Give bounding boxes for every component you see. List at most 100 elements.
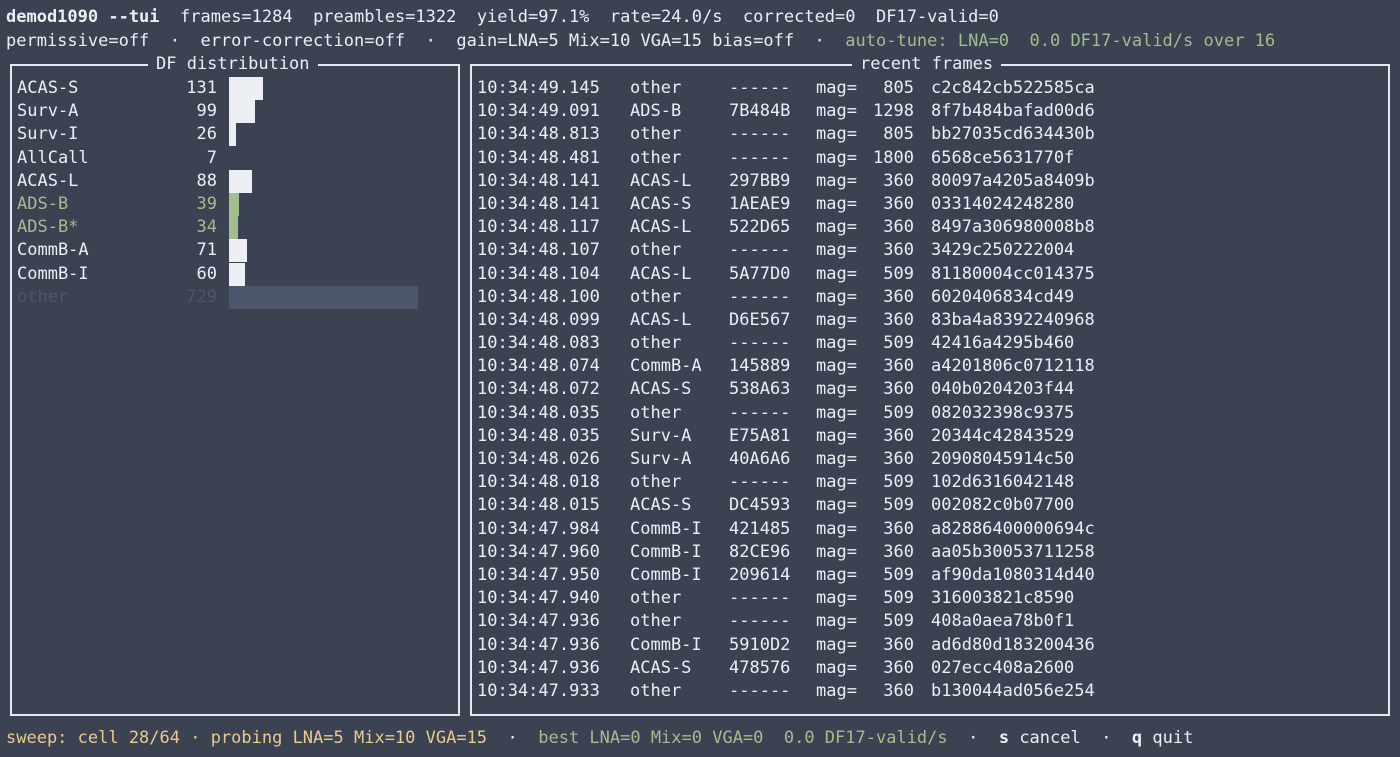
frame-icao: ------ <box>729 472 791 493</box>
frame-mag-label: mag= <box>816 402 857 423</box>
df-label: AllCall <box>17 147 89 168</box>
frame-mag-label: mag= <box>816 147 857 168</box>
frame-row: 10:34:48.083 other ------ mag= 509 42416a4295… <box>477 332 1384 355</box>
frame-mag-label: mag= <box>816 217 857 238</box>
df-count: 26 <box>196 124 217 145</box>
frame-time: 10:34:48.813 <box>477 124 600 145</box>
frame-mag-label: mag= <box>816 309 857 330</box>
df-list: ACAS-S 131 Surv-A 99 Surv-I 26 AllCall 7 ACAS-L 8… <box>17 77 454 309</box>
frame-hex: 8f7b484bafad00d6 <box>931 101 1095 122</box>
frame-time: 10:34:47.950 <box>477 564 600 585</box>
frame-time: 10:34:48.083 <box>477 333 600 354</box>
separator: · <box>1080 728 1132 748</box>
frame-type: CommB-A <box>630 356 702 377</box>
frame-mag-label: mag= <box>816 425 857 446</box>
frame-time: 10:34:49.091 <box>477 101 600 122</box>
frame-type: CommB-I <box>630 564 702 585</box>
frame-time: 10:34:48.074 <box>477 356 600 377</box>
frame-mag-label: mag= <box>816 240 857 261</box>
frame-mag-label: mag= <box>816 286 857 307</box>
frame-row: 10:34:49.145 other ------ mag= 805 c2c842cb52… <box>477 77 1384 100</box>
frame-time: 10:34:48.035 <box>477 402 600 423</box>
frame-icao: 478576 <box>729 657 791 678</box>
frame-hex: b130044ad056e254 <box>931 680 1095 701</box>
frame-mag-value: 509 <box>883 611 914 632</box>
frame-icao: ------ <box>729 147 791 168</box>
frame-mag-value: 360 <box>883 379 914 400</box>
frame-type: CommB-I <box>630 634 702 655</box>
frame-time: 10:34:47.936 <box>477 611 600 632</box>
frame-mag-label: mag= <box>816 263 857 284</box>
frame-row: 10:34:48.141 ACAS-L 297BB9 mag= 360 80097a420… <box>477 170 1384 193</box>
frame-time: 10:34:48.015 <box>477 495 600 516</box>
frame-type: ACAS-L <box>630 170 692 191</box>
frame-icao: 421485 <box>729 518 791 539</box>
df-bar <box>229 77 263 100</box>
frame-hex: 42416a4295b460 <box>931 333 1075 354</box>
frame-icao: E75A81 <box>729 425 791 446</box>
frame-row: 10:34:48.813 other ------ mag= 805 bb27035cd6… <box>477 123 1384 146</box>
df-label: Surv-I <box>17 124 79 145</box>
df-count: 99 <box>196 101 217 122</box>
frame-hex: c2c842cb522585ca <box>931 78 1095 98</box>
frame-mag-label: mag= <box>816 518 857 539</box>
df-bar <box>229 169 252 193</box>
frame-icao: 1AEAE9 <box>729 193 791 214</box>
df-label: CommB-A <box>17 240 89 261</box>
frame-mag-value: 360 <box>883 309 914 330</box>
df-row: other 729 <box>17 285 454 309</box>
frame-time: 10:34:48.018 <box>477 472 600 493</box>
frame-type: other <box>630 124 682 145</box>
frame-icao: 5A77D0 <box>729 263 791 284</box>
frame-mag-value: 509 <box>883 564 914 585</box>
frame-mag-value: 1298 <box>873 101 914 122</box>
frame-row: 10:34:48.481 other ------ mag= 1800 6568ce563… <box>477 147 1384 170</box>
settings-text: permissive=off · error-correction=off · … <box>6 31 836 51</box>
sweep-status: sweep: cell 28/64 · probing LNA=5 Mix=10… <box>6 728 488 748</box>
frame-row: 10:34:47.950 CommB-I 209614 mag= 509 af90da10… <box>477 564 1384 587</box>
df-count: 7 <box>206 147 217 168</box>
frame-row: 10:34:48.100 other ------ mag= 360 6020406834… <box>477 286 1384 309</box>
frame-time: 10:34:47.936 <box>477 634 600 655</box>
frame-type: other <box>630 472 682 493</box>
df-bar <box>229 239 247 263</box>
df-label: Surv-A <box>17 101 79 122</box>
frame-mag-value: 509 <box>883 472 914 493</box>
frame-type: other <box>630 147 682 168</box>
autotune-status: auto-tune: LNA=0 0.0 DF17-valid/s over 1… <box>845 31 1276 51</box>
df-bar <box>229 216 238 240</box>
cancel-shortcut[interactable]: s cancel <box>999 728 1081 748</box>
frame-type: CommB-I <box>630 541 702 562</box>
frame-icao: ------ <box>729 78 791 98</box>
frame-row: 10:34:48.117 ACAS-L 522D65 mag= 360 8497a3069… <box>477 216 1384 239</box>
frame-hex: 316003821c8590 <box>931 588 1075 609</box>
frame-icao: 5910D2 <box>729 634 791 655</box>
frame-type: ACAS-L <box>630 309 692 330</box>
cancel-key: s <box>998 728 1010 748</box>
frame-mag-value: 1800 <box>873 147 914 168</box>
frame-mag-label: mag= <box>816 333 857 354</box>
frame-hex: 6568ce5631770f <box>931 147 1075 168</box>
frame-icao: ------ <box>729 240 791 261</box>
df-label: ADS-B <box>17 193 69 214</box>
frame-time: 10:34:48.026 <box>477 449 600 469</box>
frame-hex: 03314024248280 <box>931 193 1075 214</box>
frame-row: 10:34:47.936 other ------ mag= 509 408a0aea78… <box>477 610 1384 633</box>
frame-time: 10:34:47.936 <box>477 657 600 678</box>
frame-row: 10:34:48.107 other ------ mag= 360 3429c25022… <box>477 239 1384 262</box>
df-row: ADS-B 39 <box>17 192 454 216</box>
df-count: 729 <box>186 286 217 307</box>
app-title: demod1090 --tui <box>6 7 160 27</box>
frame-mag-value: 360 <box>883 680 914 701</box>
frame-time: 10:34:48.099 <box>477 309 600 330</box>
frame-mag-value: 509 <box>883 495 914 516</box>
frame-icao: D6E567 <box>729 309 791 330</box>
df-row: ACAS-S 131 <box>17 77 454 100</box>
frame-icao: ------ <box>729 611 791 632</box>
frame-mag-label: mag= <box>816 193 857 214</box>
frame-mag-value: 360 <box>883 217 914 238</box>
quit-shortcut[interactable]: q quit <box>1132 728 1193 748</box>
header-stats-line: demod1090 --tui frames=1284 preambles=13… <box>6 6 999 29</box>
frame-row: 10:34:47.936 ACAS-S 478576 mag= 360 027ecc408… <box>477 657 1384 680</box>
frame-row: 10:34:48.018 other ------ mag= 509 102d631604… <box>477 471 1384 494</box>
